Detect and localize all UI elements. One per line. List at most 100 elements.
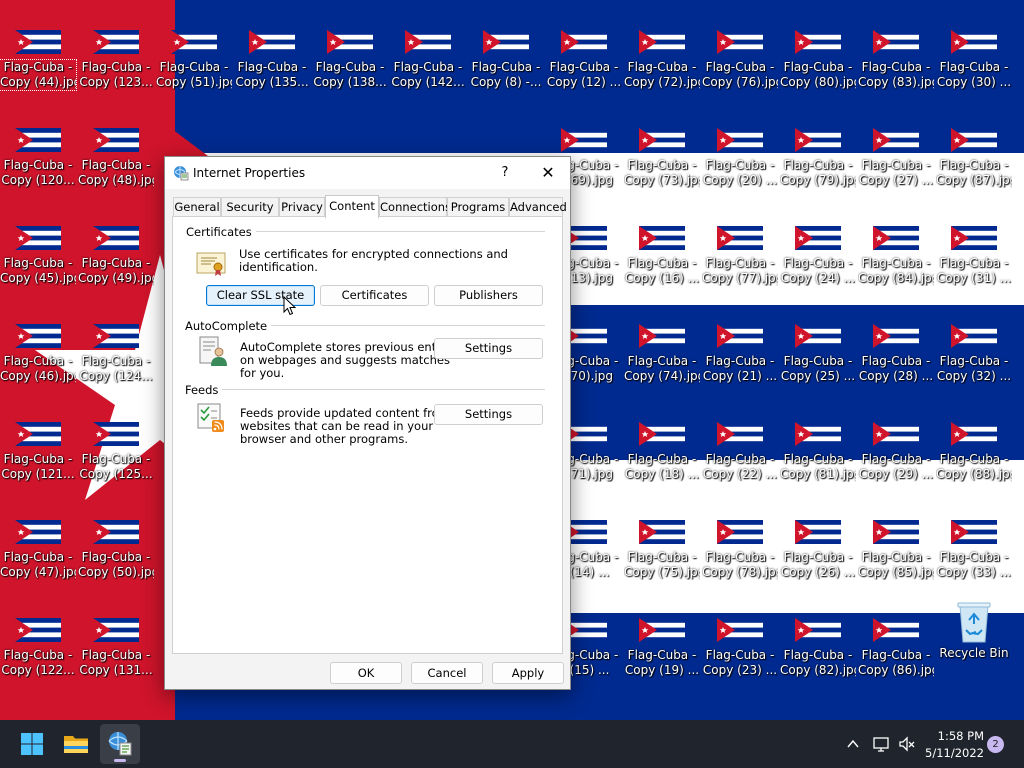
desktop-file-icon[interactable]: Flag-Cuba - Copy (28) ... (858, 296, 934, 386)
desktop-file-icon[interactable]: Flag-Cuba - Copy (24) ... (780, 198, 856, 288)
desktop-file-icon[interactable]: Flag-Cuba - Copy (50).jpg (78, 492, 154, 582)
desktop-file-icon[interactable]: Flag-Cuba - Copy (142... (390, 2, 466, 92)
apply-button[interactable]: Apply (492, 662, 564, 684)
close-button[interactable]: ✕ (527, 157, 569, 189)
help-button[interactable]: ? (487, 157, 523, 189)
desktop-file-icon[interactable]: Flag-Cuba - Copy (85).jpg (858, 492, 934, 582)
clock-time[interactable]: 1:58 PM (930, 729, 984, 743)
desktop-file-icon[interactable]: Flag-Cuba - Copy (12) ... (546, 2, 622, 92)
chevron-up-icon[interactable] (845, 736, 861, 752)
desktop-file-icon[interactable]: Flag-Cuba - Copy (31) ... (936, 198, 1012, 288)
desktop-file-icon[interactable]: Flag-Cuba - Copy (131... (78, 590, 154, 680)
tab-connections[interactable]: Connections (379, 197, 451, 217)
desktop-file-icon[interactable]: Flag-Cuba - Copy (83).jpg (858, 2, 934, 92)
desktop-file-icon[interactable]: Flag-Cuba - Copy (44).jpg (0, 2, 77, 92)
desktop-file-icon[interactable]: Flag-Cuba - Copy (8) -... (468, 2, 544, 92)
desktop-file-icon[interactable]: Flag-Cuba - Copy (76).jpg (702, 2, 778, 92)
tab-privacy[interactable]: Privacy (279, 197, 325, 217)
desktop-file-icon[interactable]: Flag-Cuba - Copy (123... (78, 2, 154, 92)
desktop-file-icon[interactable]: Flag-Cuba - Copy (30) ... (936, 2, 1012, 92)
desktop-file-icon[interactable]: Flag-Cuba - Copy (33) ... (936, 492, 1012, 582)
cuba-flag-thumbnail-icon (639, 30, 685, 54)
desktop-file-icon[interactable]: Flag-Cuba - Copy (29) ... (858, 394, 934, 484)
title-bar[interactable]: Internet Properties ? ✕ (165, 157, 570, 189)
desktop-file-icon[interactable]: Flag-Cuba - Copy (21) ... (702, 296, 778, 386)
desktop-file-icon[interactable]: Flag-Cuba - Copy (124... (78, 296, 154, 386)
file-name-line2: Copy (20) ... (702, 173, 778, 187)
autocomplete-settings-button[interactable]: Settings (434, 338, 543, 359)
desktop-file-icon[interactable]: Flag-Cuba - Copy (73).jpg (624, 100, 700, 190)
desktop-file-icon[interactable]: Flag-Cuba - Copy (48).jpg (78, 100, 154, 190)
desktop-file-icon[interactable]: Flag-Cuba - Copy (87).jpg (936, 100, 1012, 190)
file-name-line1: Flag-Cuba - (861, 158, 931, 172)
volume-muted-icon[interactable] (898, 735, 916, 753)
desktop-file-icon[interactable]: Flag-Cuba - Copy (77).jpg (702, 198, 778, 288)
desktop-file-icon[interactable]: Flag-Cuba - Copy (125... (78, 394, 154, 484)
desktop-file-icon[interactable]: Flag-Cuba - Copy (88).jpg (936, 394, 1012, 484)
certificates-button[interactable]: Certificates (320, 285, 429, 306)
desktop-file-icon[interactable]: Flag-Cuba - Copy (135... (234, 2, 310, 92)
internet-options-taskbar-button[interactable] (100, 724, 140, 764)
recycle-bin[interactable]: Recycle Bin (936, 596, 1012, 686)
cuba-flag-thumbnail-icon (795, 520, 841, 544)
cuba-flag-thumbnail-icon (93, 618, 139, 642)
desktop-file-icon[interactable]: Flag-Cuba - Copy (120... (0, 100, 76, 190)
desktop-file-icon[interactable]: Flag-Cuba - Copy (51).jpg (156, 2, 232, 92)
desktop-file-icon[interactable]: Flag-Cuba - Copy (49).jpg (78, 198, 154, 288)
desktop-file-icon[interactable]: Flag-Cuba - Copy (80).jpg (780, 2, 856, 92)
desktop-file-icon[interactable]: Flag-Cuba - Copy (26) ... (780, 492, 856, 582)
desktop-file-icon[interactable]: Flag-Cuba - Copy (19) ... (624, 590, 700, 680)
start-button[interactable] (12, 724, 52, 764)
file-name-line2: Copy (78).jpg (702, 565, 778, 579)
feeds-icon (197, 403, 224, 432)
desktop-file-icon[interactable]: Flag-Cuba - Copy (84).jpg (858, 198, 934, 288)
tab-advanced[interactable]: Advanced (509, 197, 567, 217)
ok-button[interactable]: OK (330, 662, 402, 684)
feeds-settings-button[interactable]: Settings (434, 404, 543, 425)
notification-badge[interactable]: 2 (987, 736, 1004, 753)
desktop-file-icon[interactable]: Flag-Cuba - Copy (20) ... (702, 100, 778, 190)
file-name-line1: Flag-Cuba - (627, 256, 697, 270)
file-explorer-button[interactable] (56, 724, 96, 764)
desktop-file-icon[interactable]: Flag-Cuba - Copy (86).jpg (858, 590, 934, 680)
desktop-file-icon[interactable]: Flag-Cuba - Copy (74).jpg (624, 296, 700, 386)
desktop-file-icon[interactable]: Flag-Cuba - Copy (81).jpg (780, 394, 856, 484)
publishers-button[interactable]: Publishers (434, 285, 543, 306)
desktop-file-icon[interactable]: Flag-Cuba - Copy (82).jpg (780, 590, 856, 680)
file-name-line1: Flag-Cuba - (861, 354, 931, 368)
desktop-file-icon[interactable]: Flag-Cuba - Copy (121... (0, 394, 76, 484)
cuba-flag-thumbnail-icon (405, 30, 451, 54)
recycle-bin-label: Recycle Bin (939, 646, 1009, 660)
desktop-file-icon[interactable]: Flag-Cuba - Copy (47).jpg (0, 492, 76, 582)
desktop-file-icon[interactable]: Flag-Cuba - Copy (72).jpg (624, 2, 700, 92)
desktop-file-icon[interactable]: Flag-Cuba - Copy (25) ... (780, 296, 856, 386)
desktop-file-icon[interactable]: Flag-Cuba - Copy (78).jpg (702, 492, 778, 582)
desktop-file-icon[interactable]: Flag-Cuba - Copy (27) ... (858, 100, 934, 190)
desktop-file-icon[interactable]: Flag-Cuba - Copy (46).jpg (0, 296, 76, 386)
desktop-file-icon[interactable]: Flag-Cuba - Copy (16) ... (624, 198, 700, 288)
desktop-file-icon[interactable]: Flag-Cuba - Copy (79).jpg (780, 100, 856, 190)
desktop-file-icon[interactable]: Flag-Cuba - Copy (122... (0, 590, 76, 680)
desktop-file-icon[interactable]: Flag-Cuba - Copy (18) ... (624, 394, 700, 484)
file-name-line2: Copy (48).jpg (78, 173, 154, 187)
file-name-line2: Copy (123... (79, 75, 153, 89)
tab-content[interactable]: Content (325, 195, 379, 218)
tab-programs[interactable]: Programs (447, 197, 509, 217)
tab-general[interactable]: General (173, 197, 221, 217)
cancel-button[interactable]: Cancel (411, 662, 483, 684)
file-name-line1: Flag-Cuba - (705, 60, 775, 74)
desktop-file-icon[interactable]: Flag-Cuba - Copy (22) ... (702, 394, 778, 484)
desktop-file-label: Flag-Cuba - Copy (12) ... (546, 60, 622, 90)
desktop-file-icon[interactable]: Flag-Cuba - Copy (23) ... (702, 590, 778, 680)
clear-ssl-state-button[interactable]: Clear SSL state (206, 285, 315, 306)
clock-date[interactable]: 5/11/2022 (920, 746, 984, 760)
file-name-line2: Copy (121... (1, 467, 75, 481)
desktop-file-icon[interactable]: Flag-Cuba - Copy (75).jpg (624, 492, 700, 582)
file-name-line2: Copy (75).jpg (624, 565, 700, 579)
desktop-file-icon[interactable]: Flag-Cuba - Copy (32) ... (936, 296, 1012, 386)
tab-security[interactable]: Security (221, 197, 279, 217)
desktop-file-icon[interactable]: Flag-Cuba - Copy (138... (312, 2, 388, 92)
group-divider (221, 389, 545, 390)
desktop-file-icon[interactable]: Flag-Cuba - Copy (45).jpg (0, 198, 76, 288)
network-icon[interactable] (872, 735, 890, 753)
